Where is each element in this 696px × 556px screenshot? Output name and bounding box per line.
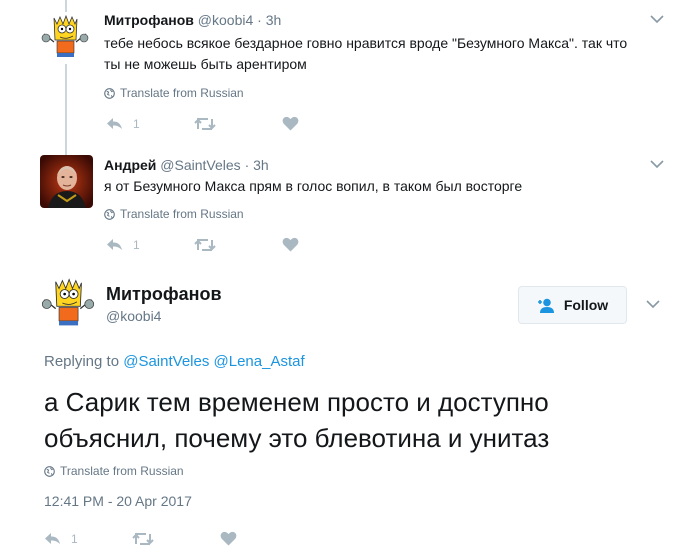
- reply-count: 1: [133, 237, 140, 252]
- translate-label[interactable]: Translate from Russian: [120, 86, 244, 100]
- retweet-icon: [194, 238, 216, 251]
- reply-icon: [107, 117, 122, 129]
- reply-count: 1: [133, 116, 140, 131]
- author-handle[interactable]: @koobi4: [198, 12, 253, 28]
- replying-prefix: Replying to: [44, 353, 120, 370]
- retweet-button[interactable]: [194, 117, 282, 131]
- author-handle[interactable]: @koobi4: [106, 307, 161, 325]
- like-button[interactable]: [220, 531, 237, 546]
- reply-tweet-2[interactable]: Андрей @SaintVeles · 3h я от Безумного М…: [0, 145, 696, 265]
- reply-button[interactable]: 1: [44, 532, 132, 546]
- like-button[interactable]: [282, 237, 299, 252]
- replying-to: Replying to @SaintVeles @Lena_Astaf: [44, 353, 305, 370]
- andrey-avatar[interactable]: [40, 155, 93, 208]
- retweet-icon: [132, 532, 154, 545]
- author-name[interactable]: Митрофанов: [104, 12, 194, 28]
- chevron-down-icon[interactable]: [650, 159, 664, 169]
- tweet-text: я от Безумного Макса прям в голос вопил,…: [104, 178, 523, 194]
- follow-label: Follow: [563, 297, 609, 313]
- tweet-text: а Сарик тем временем просто и доступно о…: [44, 387, 550, 453]
- tweet-header: Митрофанов @koobi4 · 3h: [104, 11, 281, 29]
- author-name[interactable]: Митрофанов: [106, 283, 222, 305]
- reply-button[interactable]: 1: [106, 117, 194, 131]
- heart-icon: [282, 116, 299, 131]
- globe-icon: [104, 208, 115, 220]
- tweet-text: тебе небось всякое бездарное говно нрави…: [104, 35, 628, 72]
- tweet-actions: 1: [44, 531, 237, 546]
- mention-link[interactable]: @Lena_Astaf: [214, 353, 305, 370]
- bart-avatar[interactable]: [40, 275, 96, 331]
- retweet-button[interactable]: [132, 532, 220, 546]
- follow-person-icon: [537, 298, 554, 313]
- reply-icon: [107, 238, 122, 250]
- globe-icon: [104, 87, 115, 99]
- author-name[interactable]: Андрей: [104, 157, 156, 173]
- translate-label[interactable]: Translate from Russian: [60, 464, 184, 478]
- reply-button[interactable]: 1: [106, 238, 194, 252]
- translate-link[interactable]: Translate from Russian: [104, 207, 244, 221]
- chevron-down-icon[interactable]: [650, 14, 664, 24]
- globe-icon: [44, 465, 55, 477]
- reply-tweet-1[interactable]: Митрофанов @koobi4 · 3h тебе небось всяк…: [0, 0, 696, 145]
- tweet-header: Андрей @SaintVeles · 3h: [104, 156, 269, 174]
- translate-link[interactable]: Translate from Russian: [104, 86, 244, 100]
- tweet-timestamp[interactable]: 12:41 PM - 20 Apr 2017: [44, 493, 192, 509]
- bart-avatar[interactable]: [40, 12, 90, 62]
- retweet-button[interactable]: [194, 238, 282, 252]
- reply-count: 1: [71, 531, 78, 546]
- retweet-icon: [194, 117, 216, 130]
- follow-button[interactable]: Follow: [518, 286, 627, 324]
- like-button[interactable]: [282, 116, 299, 131]
- tweet-time[interactable]: 3h: [266, 12, 282, 28]
- tweet-actions: 1: [106, 237, 299, 252]
- separator-dot: ·: [257, 12, 262, 28]
- heart-icon: [220, 531, 237, 546]
- reply-icon: [45, 532, 60, 544]
- tweet-time[interactable]: 3h: [253, 157, 269, 173]
- translate-link[interactable]: Translate from Russian: [44, 464, 184, 478]
- separator-dot: ·: [244, 157, 250, 173]
- mention-link[interactable]: @SaintVeles: [123, 353, 209, 370]
- tweet-actions: 1: [106, 116, 299, 131]
- author-handle[interactable]: @SaintVeles: [160, 157, 240, 173]
- translate-label[interactable]: Translate from Russian: [120, 207, 244, 221]
- chevron-down-icon[interactable]: [646, 299, 660, 309]
- heart-icon: [282, 237, 299, 252]
